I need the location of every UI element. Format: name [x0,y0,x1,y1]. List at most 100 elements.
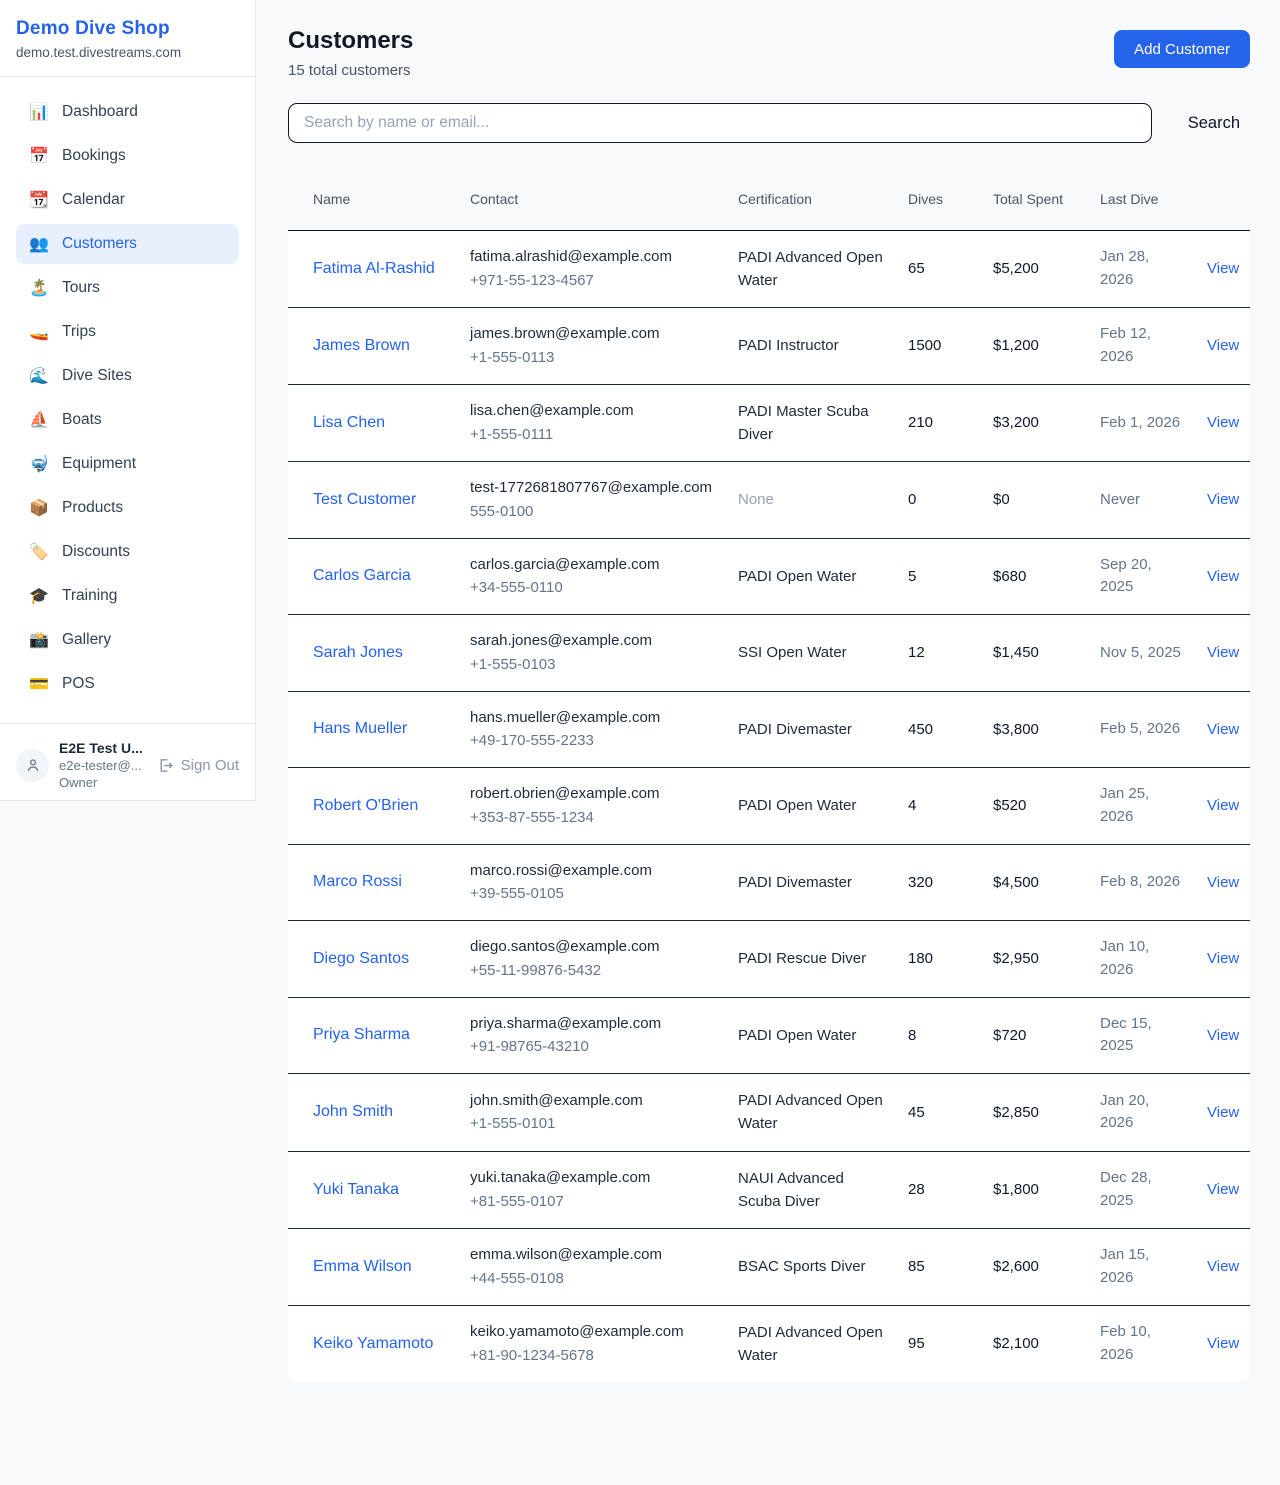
sidebar-item-training[interactable]: 🎓 Training [16,576,239,616]
view-link[interactable]: View [1207,1258,1239,1275]
sidebar-item-pos[interactable]: 💳 POS [16,664,239,704]
view-link[interactable]: View [1207,1181,1239,1198]
table-row: Lisa Chen lisa.chen@example.com +1-555-0… [288,384,1250,462]
view-link[interactable]: View [1207,414,1239,431]
view-link[interactable]: View [1207,1335,1239,1352]
customer-name-link[interactable]: Priya Sharma [313,1023,410,1047]
customer-email: priya.sharma@example.com [470,1013,714,1035]
customer-name-link[interactable]: Lisa Chen [313,411,385,435]
view-link[interactable]: View [1207,950,1239,967]
search-input[interactable] [288,103,1152,143]
customer-name-link[interactable]: Keiko Yamamoto [313,1332,433,1356]
view-link[interactable]: View [1207,568,1239,585]
customer-email: yuki.tanaka@example.com [470,1167,714,1189]
customer-name-link[interactable]: Sarah Jones [313,641,403,665]
customer-email: fatima.alrashid@example.com [470,246,714,268]
customer-name-link[interactable]: John Smith [313,1100,393,1124]
customer-phone: +1-555-0101 [470,1113,714,1135]
column-header-total-spent: Total Spent [981,169,1088,230]
customer-email: emma.wilson@example.com [470,1244,714,1266]
credit-card-icon: 💳 [29,674,49,694]
customer-last-dive: Jan 25, 2026 [1100,785,1149,825]
column-header-name: Name [288,169,458,230]
customer-name-link[interactable]: Carlos Garcia [313,564,411,588]
customer-name-link[interactable]: Marco Rossi [313,870,402,894]
table-row: Marco Rossi marco.rossi@example.com +39-… [288,844,1250,921]
customer-total-spent: $1,200 [981,308,1088,385]
sidebar-item-customers[interactable]: 👥 Customers [16,224,239,264]
column-header-dives: Dives [896,169,981,230]
sidebar-user-section: E2E Test U... e2e-tester@... Owner Sign … [0,723,255,806]
customer-name-link[interactable]: Diego Santos [313,947,409,971]
customer-email: test-1772681807767@example.com [470,477,714,499]
customer-dives: 320 [896,844,981,921]
view-link[interactable]: View [1207,721,1239,738]
customer-last-dive: Jan 15, 2026 [1100,1246,1149,1286]
view-link[interactable]: View [1207,491,1239,508]
customer-certification: PADI Divemaster [738,874,852,891]
customer-phone: +81-90-1234-5678 [470,1345,714,1367]
add-customer-button[interactable]: Add Customer [1114,30,1250,68]
sidebar-item-gallery[interactable]: 📸 Gallery [16,620,239,660]
customer-total-spent: $2,100 [981,1305,1088,1382]
customer-name-link[interactable]: Fatima Al-Rashid [313,257,435,281]
sailboat-icon: ⛵ [29,410,49,430]
customer-name-link[interactable]: Hans Mueller [313,717,407,741]
view-link[interactable]: View [1207,1027,1239,1044]
customers-table-card: NameContactCertificationDivesTotal Spent… [288,169,1250,1382]
view-link[interactable]: View [1207,1104,1239,1121]
customer-total-spent: $3,800 [981,691,1088,768]
bar-chart-icon: 📊 [29,102,49,122]
sidebar-item-tours[interactable]: 🏝️ Tours [16,268,239,308]
customer-certification: PADI Advanced Open Water [738,1092,883,1132]
customer-last-dive: Jan 10, 2026 [1100,938,1149,978]
customer-phone: +39-555-0105 [470,883,714,905]
table-header-row: NameContactCertificationDivesTotal Spent… [288,169,1250,230]
sidebar-item-label: Dive Sites [62,367,132,385]
customer-last-dive: Feb 8, 2026 [1100,873,1180,890]
view-link[interactable]: View [1207,874,1239,891]
sidebar-item-boats[interactable]: ⛵ Boats [16,400,239,440]
customer-certification: PADI Open Water [738,568,856,585]
sidebar-item-dashboard[interactable]: 📊 Dashboard [16,92,239,132]
sidebar-item-calendar[interactable]: 📆 Calendar [16,180,239,220]
sidebar-item-label: Tours [62,279,100,297]
sidebar-item-dive-sites[interactable]: 🌊 Dive Sites [16,356,239,396]
sign-out-button[interactable]: Sign Out [157,757,239,774]
customer-total-spent: $0 [981,462,1088,539]
view-link[interactable]: View [1207,797,1239,814]
customer-name-link[interactable]: James Brown [313,334,410,358]
customer-name-link[interactable]: Emma Wilson [313,1255,412,1279]
sidebar-item-discounts[interactable]: 🏷️ Discounts [16,532,239,572]
customer-total-spent: $520 [981,768,1088,845]
view-link[interactable]: View [1207,337,1239,354]
search-button[interactable]: Search [1178,108,1250,139]
page-header: Customers 15 total customers Add Custome… [288,27,1250,79]
customer-name-link[interactable]: Robert O'Brien [313,794,418,818]
customer-certification: PADI Advanced Open Water [738,1324,883,1364]
customer-email: sarah.jones@example.com [470,630,714,652]
customer-total-spent: $4,500 [981,844,1088,921]
view-link[interactable]: View [1207,260,1239,277]
customer-phone: 555-0100 [470,501,714,523]
customer-name-link[interactable]: Yuki Tanaka [313,1178,399,1202]
diving-mask-icon: 🤿 [29,454,49,474]
sidebar-item-bookings[interactable]: 📅 Bookings [16,136,239,176]
customer-certification: None [738,491,774,508]
sidebar-item-equipment[interactable]: 🤿 Equipment [16,444,239,484]
sidebar-item-trips[interactable]: 🚤 Trips [16,312,239,352]
view-link[interactable]: View [1207,644,1239,661]
graduation-cap-icon: 🎓 [29,586,49,606]
sidebar-item-products[interactable]: 📦 Products [16,488,239,528]
sidebar-item-label: Discounts [62,543,130,561]
customer-count: 15 total customers [288,62,413,79]
user-meta: E2E Test U... e2e-tester@... Owner [59,740,147,790]
customer-dives: 1500 [896,308,981,385]
customer-phone: +49-170-555-2233 [470,730,714,752]
sidebar-item-label: Equipment [62,455,136,473]
customer-phone: +1-555-0111 [470,424,714,446]
customer-name-link[interactable]: Test Customer [313,488,416,512]
table-row: Sarah Jones sarah.jones@example.com +1-5… [288,615,1250,692]
customer-last-dive: Nov 5, 2025 [1100,644,1181,661]
customer-total-spent: $2,850 [981,1074,1088,1152]
